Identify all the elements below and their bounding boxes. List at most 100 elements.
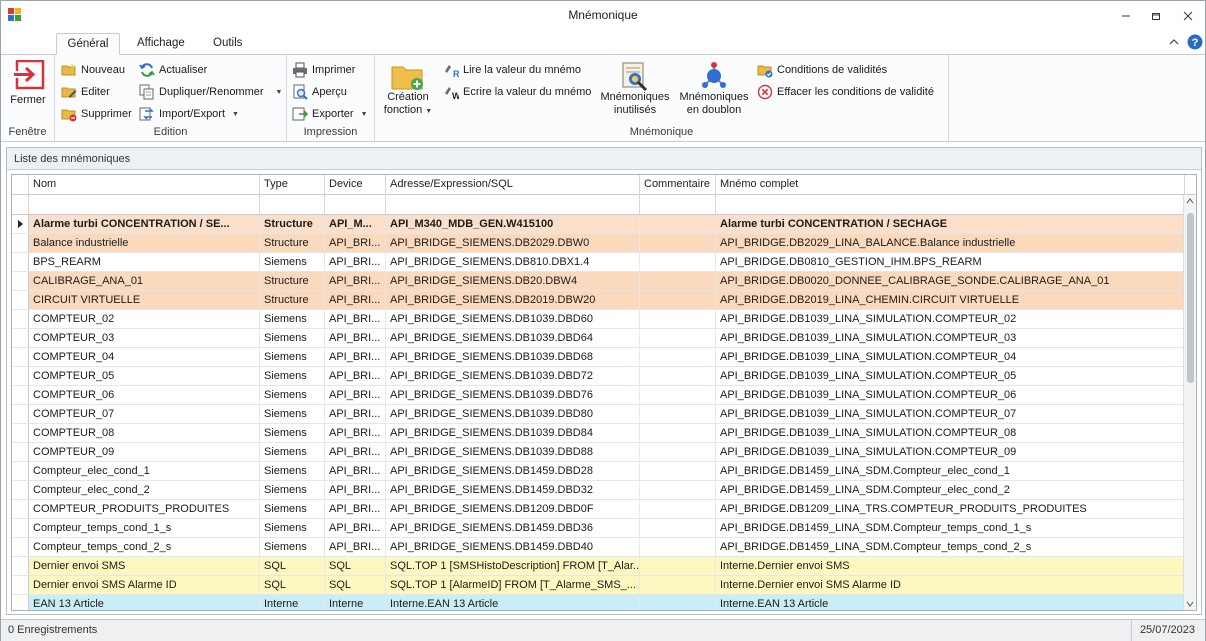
- cell-nom[interactable]: Compteur_elec_cond_2: [29, 481, 260, 499]
- cell-nom[interactable]: COMPTEUR_05: [29, 367, 260, 385]
- cell-adresse[interactable]: API_BRIDGE_SIEMENS.DB1459.DBD40: [386, 538, 640, 556]
- table-row[interactable]: COMPTEUR_07 Siemens API_BRI... API_BRIDGE_S…: [12, 405, 1185, 424]
- cell-nom[interactable]: EAN 13 Article: [29, 595, 260, 610]
- cell-type[interactable]: Siemens: [260, 348, 325, 366]
- column-header-adresse[interactable]: Adresse/Expression/SQL: [386, 175, 640, 195]
- editer-button[interactable]: Editer: [61, 84, 110, 100]
- import-export-button[interactable]: Import/Export ▼: [139, 106, 239, 122]
- cell-adresse[interactable]: API_BRIDGE_SIEMENS.DB1039.DBD60: [386, 310, 640, 328]
- cell-device[interactable]: SQL: [325, 557, 386, 575]
- cell-type[interactable]: Siemens: [260, 405, 325, 423]
- cell-mnemo-complet[interactable]: Interne.Dernier envoi SMS Alarme ID: [716, 576, 1185, 594]
- cell-device[interactable]: API_BRI...: [325, 500, 386, 518]
- import-export-dropdown-icon[interactable]: ▼: [232, 111, 239, 118]
- row-indicator[interactable]: [12, 310, 29, 328]
- row-indicator[interactable]: [12, 405, 29, 423]
- cell-mnemo-complet[interactable]: API_BRIDGE.DB0020_DONNEE_CALIBRAGE_SONDE…: [716, 272, 1185, 290]
- row-indicator[interactable]: [12, 519, 29, 537]
- cell-mnemo-complet[interactable]: API_BRIDGE.DB2019_LINA_CHEMIN.CIRCUIT VI…: [716, 291, 1185, 309]
- cell-adresse[interactable]: API_BRIDGE_SIEMENS.DB1039.DBD84: [386, 424, 640, 442]
- cell-nom[interactable]: CIRCUIT VIRTUELLE: [29, 291, 260, 309]
- table-row[interactable]: COMPTEUR_03 Siemens API_BRI... API_BRIDGE_S…: [12, 329, 1185, 348]
- scroll-up-icon[interactable]: [1186, 198, 1194, 204]
- cell-type[interactable]: Siemens: [260, 329, 325, 347]
- minimize-button[interactable]: [1111, 5, 1141, 27]
- maximize-button[interactable]: [1141, 5, 1171, 27]
- row-indicator[interactable]: [12, 386, 29, 404]
- cell-adresse[interactable]: API_BRIDGE_SIEMENS.DB1039.DBD68: [386, 348, 640, 366]
- cell-commentaire[interactable]: [640, 443, 716, 461]
- cell-type[interactable]: Siemens: [260, 538, 325, 556]
- collapse-ribbon-icon[interactable]: [1169, 38, 1179, 46]
- cell-mnemo-complet[interactable]: API_BRIDGE.DB1039_LINA_SIMULATION.COMPTE…: [716, 405, 1185, 423]
- mnemoniques-doublon-button[interactable]: Mnémoniques en doublon: [676, 61, 752, 117]
- table-row[interactable]: COMPTEUR_06 Siemens API_BRI... API_BRIDGE_S…: [12, 386, 1185, 405]
- table-row[interactable]: Compteur_elec_cond_2 Siemens API_BRI... API…: [12, 481, 1185, 500]
- cell-adresse[interactable]: API_BRIDGE_SIEMENS.DB1039.DBD80: [386, 405, 640, 423]
- cell-adresse[interactable]: API_BRIDGE_SIEMENS.DB810.DBX1.4: [386, 253, 640, 271]
- table-row[interactable]: COMPTEUR_05 Siemens API_BRI... API_BRIDGE_S…: [12, 367, 1185, 386]
- cell-device[interactable]: API_BRI...: [325, 538, 386, 556]
- tab-affichage[interactable]: Affichage: [127, 33, 195, 55]
- cell-type[interactable]: Siemens: [260, 500, 325, 518]
- cell-commentaire[interactable]: [640, 234, 716, 252]
- exporter-dropdown-icon[interactable]: ▼: [361, 111, 368, 118]
- cell-mnemo-complet[interactable]: Alarme turbi CONCENTRATION / SECHAGE: [716, 215, 1185, 233]
- cell-type[interactable]: Siemens: [260, 253, 325, 271]
- table-row[interactable]: BPS_REARM Siemens API_BRI... API_BRIDGE_SIE…: [12, 253, 1185, 272]
- cell-mnemo-complet[interactable]: API_BRIDGE.DB1209_LINA_TRS.COMPTEUR_PROD…: [716, 500, 1185, 518]
- tab-general[interactable]: Général: [56, 33, 120, 55]
- table-row[interactable]: COMPTEUR_04 Siemens API_BRI... API_BRIDGE_S…: [12, 348, 1185, 367]
- cell-mnemo-complet[interactable]: API_BRIDGE.DB1459_LINA_SDM.Compteur_elec…: [716, 462, 1185, 480]
- cell-nom[interactable]: COMPTEUR_04: [29, 348, 260, 366]
- cell-commentaire[interactable]: [640, 500, 716, 518]
- row-indicator[interactable]: [12, 367, 29, 385]
- table-row[interactable]: Compteur_temps_cond_2_s Siemens API_BRI...…: [12, 538, 1185, 557]
- row-indicator[interactable]: [12, 424, 29, 442]
- cell-mnemo-complet[interactable]: Interne.Dernier envoi SMS: [716, 557, 1185, 575]
- cell-device[interactable]: API_BRI...: [325, 424, 386, 442]
- cell-commentaire[interactable]: [640, 386, 716, 404]
- cell-mnemo-complet[interactable]: API_BRIDGE.DB1459_LINA_SDM.Compteur_temp…: [716, 519, 1185, 537]
- imprimer-button[interactable]: Imprimer: [292, 62, 355, 78]
- cell-nom[interactable]: Dernier envoi SMS Alarme ID: [29, 576, 260, 594]
- cell-commentaire[interactable]: [640, 215, 716, 233]
- cell-nom[interactable]: Compteur_temps_cond_2_s: [29, 538, 260, 556]
- cell-nom[interactable]: COMPTEUR_PRODUITS_PRODUITES: [29, 500, 260, 518]
- cell-commentaire[interactable]: [640, 538, 716, 556]
- cell-type[interactable]: Siemens: [260, 386, 325, 404]
- cell-nom[interactable]: Alarme turbi CONCENTRATION / SE...: [29, 215, 260, 233]
- cell-device[interactable]: API_BRI...: [325, 519, 386, 537]
- filter-mnemo-complet[interactable]: [716, 195, 1185, 214]
- column-header-device[interactable]: Device: [325, 175, 386, 195]
- cell-commentaire[interactable]: [640, 291, 716, 309]
- dupliquer-button[interactable]: Dupliquer/Renommer ▼: [139, 84, 282, 100]
- cell-mnemo-complet[interactable]: API_BRIDGE.DB1459_LINA_SDM.Compteur_elec…: [716, 481, 1185, 499]
- cell-adresse[interactable]: API_BRIDGE_SIEMENS.DB1039.DBD88: [386, 443, 640, 461]
- cell-mnemo-complet[interactable]: API_BRIDGE.DB1459_LINA_SDM.Compteur_temp…: [716, 538, 1185, 556]
- row-indicator[interactable]: [12, 253, 29, 271]
- cell-mnemo-complet[interactable]: API_BRIDGE.DB1039_LINA_SIMULATION.COMPTE…: [716, 310, 1185, 328]
- cell-commentaire[interactable]: [640, 462, 716, 480]
- row-indicator[interactable]: [12, 443, 29, 461]
- row-indicator[interactable]: [12, 348, 29, 366]
- row-indicator[interactable]: [12, 462, 29, 480]
- cell-commentaire[interactable]: [640, 481, 716, 499]
- cell-mnemo-complet[interactable]: API_BRIDGE.DB1039_LINA_SIMULATION.COMPTE…: [716, 424, 1185, 442]
- cell-device[interactable]: Interne: [325, 595, 386, 610]
- filter-commentaire[interactable]: [640, 195, 716, 214]
- cell-commentaire[interactable]: [640, 329, 716, 347]
- cell-commentaire[interactable]: [640, 595, 716, 610]
- filter-device[interactable]: [325, 195, 386, 214]
- table-row[interactable]: Balance industrielle Structure API_BRI... A…: [12, 234, 1185, 253]
- cell-device[interactable]: API_BRI...: [325, 272, 386, 290]
- cell-commentaire[interactable]: [640, 253, 716, 271]
- table-row[interactable]: Compteur_temps_cond_1_s Siemens API_BRI...…: [12, 519, 1185, 538]
- cell-type[interactable]: Siemens: [260, 424, 325, 442]
- row-indicator[interactable]: [12, 234, 29, 252]
- cell-commentaire[interactable]: [640, 576, 716, 594]
- table-row[interactable]: Dernier envoi SMS SQL SQL SQL.TOP 1 [SMSHis…: [12, 557, 1185, 576]
- table-row[interactable]: CIRCUIT VIRTUELLE Structure API_BRI... API_…: [12, 291, 1185, 310]
- row-indicator[interactable]: [12, 481, 29, 499]
- cell-device[interactable]: API_BRI...: [325, 443, 386, 461]
